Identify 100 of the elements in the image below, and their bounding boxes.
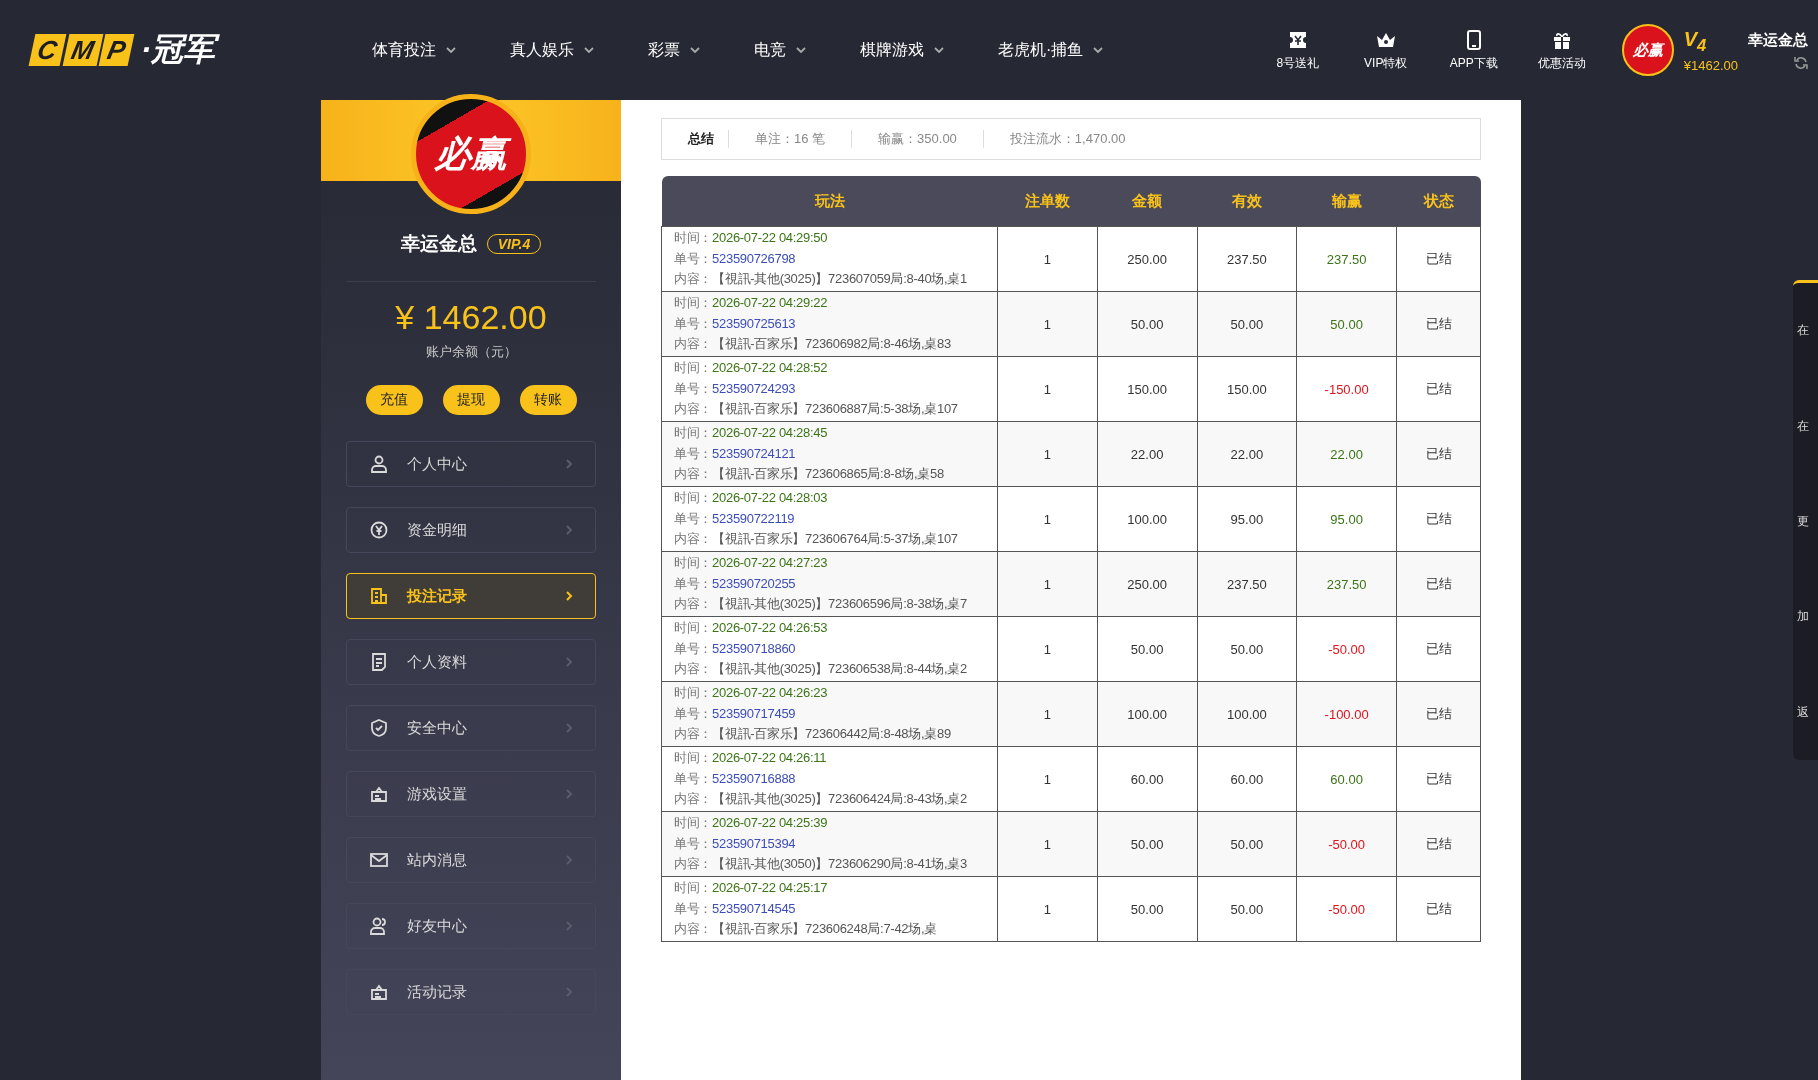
chevron-right-icon <box>565 723 573 733</box>
table-cell: 50.00 <box>1296 291 1397 357</box>
chevron-right-icon <box>565 855 573 865</box>
nav-link[interactable]: 彩票 <box>648 39 700 61</box>
table-cell: 已结 <box>1396 486 1481 552</box>
nav-link[interactable]: 老虎机·捕鱼 <box>998 39 1104 61</box>
users-icon <box>369 916 389 936</box>
table-cell: 1 <box>997 226 1098 292</box>
table-cell: 1 <box>997 486 1098 552</box>
user-icon <box>369 454 389 474</box>
table-cell: 237.50 <box>1296 551 1397 617</box>
table-cell: 22.00 <box>1296 421 1397 487</box>
menu-item[interactable]: 游戏设置 <box>346 771 596 817</box>
nav-link[interactable]: 体育投注 <box>372 39 456 61</box>
menu-item[interactable]: 安全中心 <box>346 705 596 751</box>
table-cell: 50.00 <box>1197 876 1297 942</box>
chevron-right-icon <box>565 525 573 535</box>
menu-item[interactable]: 个人中心 <box>346 441 596 487</box>
profile-name: 幸运金总 <box>400 232 477 256</box>
yuan-coin-icon <box>369 520 389 540</box>
table-cell: 100.00 <box>1097 486 1197 552</box>
table-cell: 22.00 <box>1197 421 1297 487</box>
profile-avatar: 必赢 <box>411 94 531 214</box>
bet-details-cell: 时间：2026-07-22 04:26:53 单号：523590718860 内容：【視訊-其他(3025)】723606538局:8-44场,桌2 <box>661 616 998 682</box>
bet-details-cell: 时间：2026-07-22 04:29:50 单号：523590726798 内容：【視訊-其他(3025)】723607059局:8-40场,桌1 <box>661 226 998 292</box>
quick-link[interactable]: 8号送礼 <box>1267 28 1328 72</box>
user-name: 幸运金总 <box>1748 30 1808 50</box>
table-cell: 50.00 <box>1097 811 1197 877</box>
table-cell: 已结 <box>1396 616 1481 682</box>
balance-amount: ¥1462.00 <box>1683 57 1738 73</box>
table-cell: 1 <box>997 746 1098 812</box>
quick-link[interactable]: 优惠活动 <box>1531 28 1592 72</box>
table-cell: 250.00 <box>1097 226 1197 292</box>
panel-link[interactable]: 在 <box>1797 417 1818 435</box>
column-header: 状态 <box>1396 176 1481 227</box>
table-cell: 50.00 <box>1097 291 1197 357</box>
chevron-right-icon <box>565 789 573 799</box>
chevron-right-icon <box>565 987 573 997</box>
menu-item[interactable]: 个人资料 <box>346 639 596 685</box>
table-cell: 1 <box>997 811 1098 877</box>
column-header: 玩法 <box>661 176 998 227</box>
table-cell: 已结 <box>1396 421 1481 487</box>
refresh-icon[interactable] <box>1794 55 1808 70</box>
table-cell: 22.00 <box>1097 421 1197 487</box>
table-cell: 237.50 <box>1197 551 1297 617</box>
panel-link[interactable]: 加 <box>1797 608 1818 626</box>
column-header: 注单数 <box>997 176 1098 227</box>
table-cell: -50.00 <box>1296 616 1397 682</box>
table-cell: 1 <box>997 421 1098 487</box>
column-header: 金额 <box>1097 176 1197 227</box>
table-cell: 237.50 <box>1296 226 1397 292</box>
wallet-button[interactable]: 充值 <box>365 385 423 415</box>
table-cell: 60.00 <box>1296 746 1397 812</box>
table-cell: 100.00 <box>1097 681 1197 747</box>
chevron-right-icon <box>565 459 573 469</box>
table-cell: 60.00 <box>1097 746 1197 812</box>
menu-item[interactable]: 投注记录 <box>346 573 596 619</box>
panel-link[interactable]: 在 <box>1797 322 1818 340</box>
summary-stat: 投注流水：1,470.00 <box>1008 130 1127 148</box>
site-logo[interactable]: C M P ·冠军 <box>32 28 332 72</box>
chevron-right-icon <box>565 657 573 667</box>
table-cell: 60.00 <box>1197 746 1297 812</box>
shield-icon <box>369 718 389 738</box>
table-cell: 50.00 <box>1097 876 1197 942</box>
table-cell: 已结 <box>1396 746 1481 812</box>
menu-item[interactable]: 活动记录 <box>346 969 596 1015</box>
table-cell: 已结 <box>1396 291 1481 357</box>
bet-details-cell: 时间：2026-07-22 04:26:23 单号：523590717459 内容：【視訊-百家乐】723606442局:8-48场,桌89 <box>661 681 998 747</box>
bet-details-cell: 时间：2026-07-22 04:27:23 单号：523590720255 内容：【視訊-其他(3025)】723606596局:8-38场,桌7 <box>661 551 998 617</box>
table-cell: 95.00 <box>1197 486 1297 552</box>
balance-label: 账户余额（元） <box>425 343 517 361</box>
table-cell: 150.00 <box>1097 356 1197 422</box>
menu-item[interactable]: 站内消息 <box>346 837 596 883</box>
table-cell: 50.00 <box>1197 811 1297 877</box>
table-cell: 已结 <box>1396 876 1481 942</box>
table-cell: 50.00 <box>1197 616 1297 682</box>
table-cell: 1 <box>997 291 1098 357</box>
table-cell: 已结 <box>1396 551 1481 617</box>
bet-details-cell: 时间：2026-07-22 04:25:39 单号：523590715394 内容：【視訊-其他(3050)】723606290局:8-41场,桌3 <box>661 811 998 877</box>
table-cell: 250.00 <box>1097 551 1197 617</box>
bet-details-cell: 时间：2026-07-22 04:29:22 单号：523590725613 内容：【視訊-百家乐】723606982局:8-46场,桌83 <box>661 291 998 357</box>
mail-icon <box>369 850 389 870</box>
panel-link[interactable]: 返 <box>1797 703 1818 721</box>
table-cell: 1 <box>997 551 1098 617</box>
table-cell: 95.00 <box>1296 486 1397 552</box>
nav-link[interactable]: 真人娱乐 <box>510 39 594 61</box>
nav-link[interactable]: 棋牌游戏 <box>860 39 944 61</box>
quick-link[interactable]: VIP特权 <box>1355 28 1416 72</box>
panel-link[interactable]: 更 <box>1797 512 1818 530</box>
table-cell: 1 <box>997 356 1098 422</box>
quick-link[interactable]: APP下载 <box>1443 28 1504 72</box>
wallet-button[interactable]: 提现 <box>442 385 500 415</box>
nav-link[interactable]: 电竞 <box>754 39 806 61</box>
summary-title: 总结 <box>674 130 729 148</box>
bet-details-cell: 时间：2026-07-22 04:28:52 单号：523590724293 内容：【視訊-百家乐】723606887局:5-38场,桌107 <box>661 356 998 422</box>
menu-item[interactable]: 好友中心 <box>346 903 596 949</box>
user-avatar[interactable]: 必赢 <box>1621 24 1674 76</box>
wallet-button[interactable]: 转账 <box>519 385 577 415</box>
menu-item[interactable]: 资金明细 <box>346 507 596 553</box>
table-cell: 已结 <box>1396 681 1481 747</box>
